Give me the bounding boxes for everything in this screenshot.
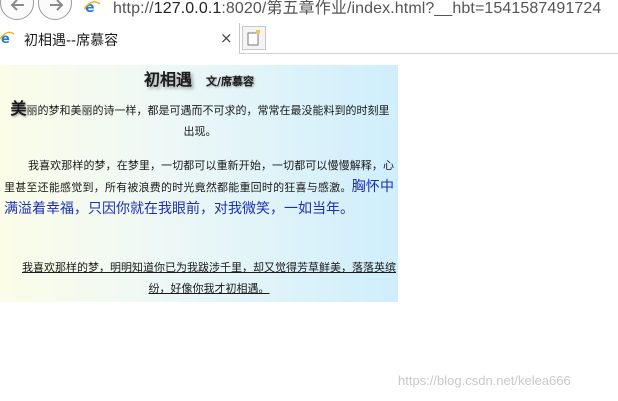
url-prefix: http://	[113, 0, 154, 17]
paragraph-1: 美丽的梦和美丽的诗一样，都是可遇而不可求的，常常在最没能料到的时刻里出现。	[6, 98, 394, 142]
paragraph-2-text: 我喜欢那样的梦，在梦里，一切都可以重新开始，一切都可以慢慢解释，心里甚至还能感觉…	[4, 159, 394, 194]
back-button[interactable]	[0, 0, 34, 20]
url-field[interactable]: http://127.0.0.1:8020/第五章作业/index.html?_…	[113, 0, 601, 18]
poem-title: 初相遇	[143, 70, 192, 89]
tab-bar: e 初相遇--席慕容 ×	[0, 22, 618, 54]
arrow-left-icon	[10, 0, 24, 11]
poem-author: 文/席慕容	[205, 75, 255, 88]
tab-title: 初相遇--席慕容	[24, 33, 119, 49]
internet-explorer-icon: e	[84, 0, 100, 14]
close-tab-icon[interactable]: ×	[220, 29, 233, 47]
internet-explorer-icon: e	[0, 31, 14, 45]
paragraph-2: 我喜欢那样的梦，在梦里，一切都可以重新开始，一切都可以慢慢解释，心里甚至还能感觉…	[4, 155, 394, 220]
url-host: 127.0.0.1	[153, 0, 222, 17]
arrow-right-icon	[50, 0, 64, 11]
new-tab-icon	[247, 30, 260, 46]
paragraph-1-text: 丽的梦和美丽的诗一样，都是可遇而不可求的，常常在最没能料到的时刻里出现。	[26, 104, 390, 138]
drop-cap: 美	[10, 99, 27, 118]
watermark: https://blog.csdn.net/kelea666	[398, 373, 571, 388]
paragraph-3: 我喜欢那样的梦，明明知道你已为我跋涉千里，却又觉得芳草鲜美，落落英缤纷，好像你我…	[22, 261, 396, 295]
url-path: :8020/第五章作业/index.html?__hbt=15415874917…	[221, 0, 602, 17]
tab-active[interactable]: e 初相遇--席慕容 ×	[0, 23, 240, 54]
new-tab-button[interactable]	[242, 26, 266, 50]
poem-heading: 初相遇 文/席慕容	[0, 66, 398, 90]
address-bar-area: e http://127.0.0.1:8020/第五章作业/index.html…	[0, 0, 618, 22]
forward-button[interactable]	[38, 0, 72, 20]
poem-container: 初相遇 文/席慕容 美丽的梦和美丽的诗一样，都是可遇而不可求的，常常在最没能料到的…	[0, 65, 398, 302]
